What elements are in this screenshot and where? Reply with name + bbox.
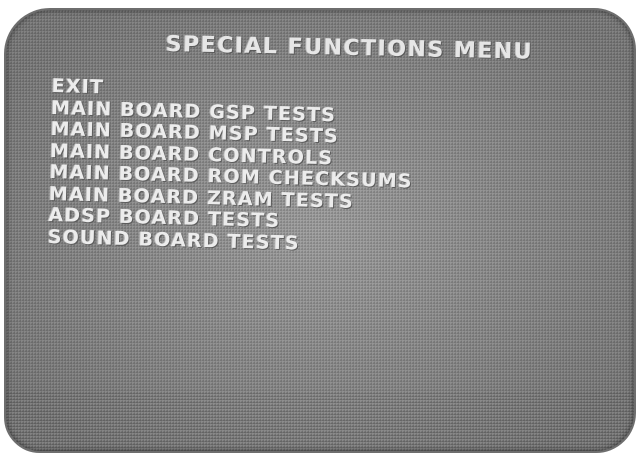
crt-screen: SPECIAL FUNCTIONS MENU EXIT MAIN BOARD G… bbox=[4, 8, 636, 453]
scanline-overlay bbox=[6, 391, 634, 451]
menu-title: SPECIAL FUNCTIONS MENU bbox=[165, 32, 534, 65]
special-functions-menu: EXIT MAIN BOARD GSP TESTS MAIN BOARD MSP… bbox=[47, 75, 415, 257]
